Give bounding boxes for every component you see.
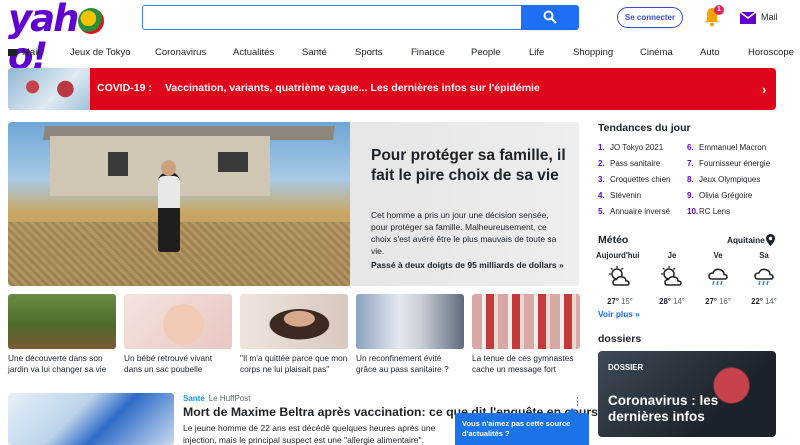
virus-image: [8, 68, 90, 110]
thumb-image: [356, 294, 464, 349]
covid-banner[interactable]: COVID-19 : Vaccination, variants, quatri…: [8, 68, 776, 110]
nav-item-actualites[interactable]: Actualités: [233, 47, 274, 58]
search-input[interactable]: [142, 5, 522, 30]
banner-text: Vaccination, variants, quatrième vague..…: [165, 82, 540, 94]
thumb-card[interactable]: Un reconfinement évité grâce au pass san…: [356, 294, 464, 375]
weather-day: Sa: [759, 251, 769, 260]
nav-item-coronavirus[interactable]: Coronavirus: [155, 47, 206, 58]
dossier-kicker: DOSSIER: [608, 363, 644, 372]
trending-item[interactable]: 2. Pass sanitaire: [598, 159, 660, 168]
weather-temp: 27° 16°: [705, 297, 731, 306]
chevron-right-icon: ›: [762, 82, 767, 97]
weather-day: Aujourd'hui: [596, 251, 640, 260]
article-source: Santé Le HuffPost: [183, 394, 250, 403]
thumb-caption[interactable]: "Il m'a quittée parce que mon corps ne l…: [240, 353, 348, 375]
thumb-caption[interactable]: Un reconfinement évité grâce au pass san…: [356, 353, 464, 375]
nav-item-auto[interactable]: Auto: [700, 47, 720, 58]
trending-item[interactable]: 5. Annuaire inversé: [598, 207, 670, 216]
thumb-caption[interactable]: La tenue de ces gymnastes cache un messa…: [472, 353, 580, 375]
article-snippet: Le jeune homme de 22 ans est décédé quel…: [183, 423, 436, 445]
nav-item-mail[interactable]: Mail: [22, 47, 39, 58]
thumb-image: [240, 294, 348, 349]
trending-item[interactable]: 6. Emmanuel Macron: [687, 143, 766, 152]
article-publisher: Le HuffPost: [208, 394, 251, 403]
dossier-card[interactable]: DOSSIER Coronavirus : les dernières info…: [598, 351, 776, 437]
thumb-card[interactable]: Une découverte dans son jardin va lui ch…: [8, 294, 116, 375]
signin-button[interactable]: Se connecter: [617, 7, 683, 28]
dossier-title[interactable]: Coronavirus : les dernières infos: [608, 393, 768, 425]
trending-item[interactable]: 7. Fournisseur énergie: [687, 159, 770, 168]
rain-icon: [708, 268, 728, 286]
hero-title[interactable]: Pour protéger sa famille, il fait le pir…: [371, 146, 571, 186]
hero-summary: Cet homme a pris un jour une décision se…: [371, 210, 557, 256]
nav-item-finance[interactable]: Finance: [411, 47, 445, 58]
banner-label: COVID-19 :: [97, 82, 152, 94]
feedback-tooltip[interactable]: Vous n'aimez pas cette source d'actualit…: [455, 408, 589, 445]
thumb-card[interactable]: Un bébé retrouvé vivant dans un sac poub…: [124, 294, 232, 375]
thumb-image: [472, 294, 580, 349]
search-icon: [543, 10, 557, 24]
weather-location[interactable]: Aquitaine: [727, 235, 765, 245]
rain-icon: [754, 268, 774, 286]
thumb-caption[interactable]: Une découverte dans son jardin va lui ch…: [8, 353, 116, 375]
nav-item-sports[interactable]: Sports: [355, 47, 382, 58]
weather-day: Je: [667, 251, 677, 260]
weather-day: Ve: [713, 251, 723, 260]
article-image[interactable]: [8, 393, 174, 445]
mail-nav-icon: [8, 49, 17, 56]
nav-item-horoscope[interactable]: Horoscope: [748, 47, 794, 58]
more-options-icon[interactable]: ⋮: [572, 395, 583, 408]
trending-item[interactable]: 8. Jeux Olympiques: [687, 175, 760, 184]
nav-item-shopping[interactable]: Shopping: [573, 47, 613, 58]
nav-item-jeux-tokyo[interactable]: Jeux de Tokyo: [70, 47, 131, 58]
thumb-card[interactable]: "Il m'a quittée parce que mon corps ne l…: [240, 294, 348, 375]
article-category[interactable]: Santé: [183, 394, 205, 403]
dossiers-title: dossiers: [598, 333, 642, 345]
search-button[interactable]: [521, 5, 579, 30]
thumb-card[interactable]: La tenue de ces gymnastes cache un messa…: [472, 294, 580, 375]
trending-title: Tendances du jour: [598, 122, 691, 134]
thumb-image: [8, 294, 116, 349]
thumb-image: [124, 294, 232, 349]
nav-item-people[interactable]: People: [471, 47, 501, 58]
story-thumbnails: Une découverte dans son jardin va lui ch…: [8, 294, 580, 378]
mail-link[interactable]: Mail: [761, 12, 778, 22]
sun-cloud-icon: [609, 266, 630, 286]
weather-more-link[interactable]: Voir plus »: [598, 309, 640, 319]
trending-item[interactable]: 4. Stévenin: [598, 191, 641, 200]
sun-cloud-icon: [661, 266, 682, 286]
trending-item[interactable]: 9. Olivia Grégoire: [687, 191, 752, 200]
trending-item[interactable]: 1. JO Tokyo 2021: [598, 143, 663, 152]
trending-item[interactable]: 3. Croquettes chien: [598, 175, 670, 184]
nav-item-sante[interactable]: Santé: [302, 47, 327, 58]
weather-title: Météo: [598, 234, 629, 246]
mail-icon[interactable]: [740, 10, 756, 24]
weather-temp: 22° 14°: [751, 297, 777, 306]
main-nav: Mail Jeux de Tokyo Coronavirus Actualité…: [0, 44, 800, 62]
hero-story[interactable]: Pour protéger sa famille, il fait le pir…: [8, 122, 579, 286]
weather-temp: 28° 14°: [659, 297, 685, 306]
nav-item-life[interactable]: Life: [529, 47, 544, 58]
location-pin-icon[interactable]: [766, 234, 775, 246]
thumb-caption[interactable]: Un bébé retrouvé vivant dans un sac poub…: [124, 353, 232, 375]
weather-temp: 27° 15°: [607, 297, 633, 306]
hero-image: [8, 122, 350, 286]
nav-item-cinema[interactable]: Cinéma: [640, 47, 673, 58]
trending-item[interactable]: 10.RC Lens: [687, 207, 730, 216]
yahoo-logo[interactable]: yaho!: [8, 0, 134, 76]
notification-badge: 1: [714, 5, 724, 15]
hero-more-link[interactable]: Passé à deux doigts de 95 milliards de d…: [371, 260, 564, 270]
